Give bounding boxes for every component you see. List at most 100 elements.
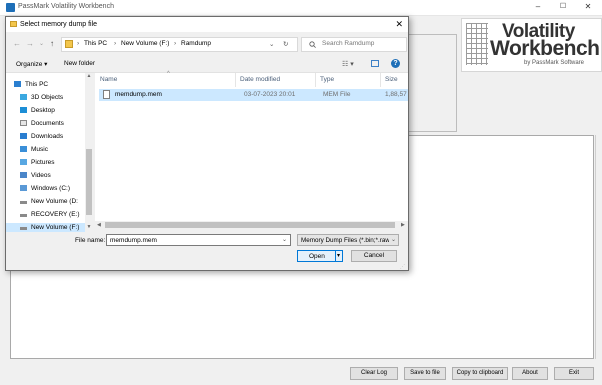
navigation-pane: This PC 3D Objects Desktop Documents Dow… <box>6 73 93 233</box>
tree-item-music[interactable]: Music <box>20 146 48 153</box>
copy-to-clipboard-button[interactable]: Copy to clipboard <box>452 367 508 380</box>
desktop-icon <box>20 107 27 113</box>
tree-item-pictures[interactable]: Pictures <box>20 159 54 166</box>
app-title: PassMark Volatility Workbench <box>18 3 114 10</box>
dialog-titlebar: Select memory dump file ✕ <box>6 17 408 32</box>
tree-item-videos[interactable]: Videos <box>20 172 51 179</box>
help-icon[interactable]: ? <box>391 59 400 68</box>
dialog-title: Select memory dump file <box>20 21 98 28</box>
breadcrumb-separator: › <box>114 40 117 47</box>
open-label: Open <box>309 253 325 260</box>
scroll-up-icon[interactable]: ▲ <box>85 73 93 79</box>
open-button[interactable]: Open ▾ <box>297 250 343 262</box>
file-type-value: Memory Dump Files (*.bin;*.raw <box>301 237 389 244</box>
app-titlebar: PassMark Volatility Workbench – ☐ ✕ <box>0 0 602 16</box>
videos-icon <box>20 172 27 178</box>
organize-button[interactable]: Organize ▾ <box>16 60 47 68</box>
refresh-icon[interactable]: ↻ <box>283 40 288 48</box>
select-file-dialog: Select memory dump file ✕ ← → ⌄ ↑ › This… <box>5 16 409 271</box>
nav-scrollbar[interactable]: ▲ ▼ <box>85 73 93 233</box>
nav-scroll-thumb[interactable] <box>86 149 92 215</box>
cancel-button[interactable]: Cancel <box>351 250 397 262</box>
tree-item-this-pc[interactable]: This PC <box>14 81 48 88</box>
save-to-file-button[interactable]: Save to file <box>404 367 446 380</box>
volatility-workbench-logo: Volatility Workbench by PassMark Softwar… <box>461 18 602 72</box>
tree-item-downloads[interactable]: Downloads <box>20 133 63 140</box>
exit-button[interactable]: Exit <box>554 367 594 380</box>
maximize-button[interactable]: ☐ <box>555 2 571 10</box>
chevron-down-icon[interactable]: ⌄ <box>391 236 396 243</box>
download-icon <box>20 133 27 139</box>
sort-ascending-icon: ^ <box>167 71 170 77</box>
file-date: 03-07-2023 20:01 <box>244 91 296 98</box>
address-bar[interactable]: › This PC › New Volume (F:) › Ramdump ⌄ … <box>61 37 298 52</box>
split-divider <box>335 250 336 262</box>
resize-grip-icon[interactable]: ⋰ <box>400 264 405 270</box>
file-type: MEM File <box>323 91 351 98</box>
dialog-close-button[interactable]: ✕ <box>395 19 403 30</box>
tree-item-windows-c[interactable]: Windows (C:) <box>20 185 70 192</box>
column-date-modified[interactable]: Date modified <box>240 76 280 83</box>
pictures-icon <box>20 159 27 165</box>
file-name-input[interactable]: memdump.mem ⌄ <box>106 234 291 246</box>
search-box[interactable]: Search Ramdump <box>301 37 407 52</box>
logo-line3: by PassMark Software <box>524 60 585 66</box>
tree-item-documents[interactable]: Documents <box>20 120 64 127</box>
column-name[interactable]: Name <box>100 76 117 83</box>
column-size[interactable]: Size <box>385 76 398 83</box>
drive-icon <box>20 185 27 191</box>
file-hscroll-thumb[interactable] <box>105 222 395 228</box>
recent-dropdown-icon[interactable]: ⌄ <box>39 40 44 47</box>
view-options-icon[interactable]: ☷ ▾ <box>342 60 354 68</box>
file-hscrollbar[interactable]: ◀ ▶ <box>95 221 408 229</box>
preview-pane-icon[interactable] <box>371 60 379 67</box>
tree-item-recovery-e[interactable]: RECOVERY (E:) <box>20 211 80 218</box>
clear-log-button[interactable]: Clear Log <box>350 367 398 380</box>
minimize-button[interactable]: – <box>530 2 546 11</box>
breadcrumb-separator: › <box>174 40 177 47</box>
file-size: 1,88,57,98 <box>385 91 407 98</box>
open-dropdown-icon[interactable]: ▾ <box>337 252 340 259</box>
breadcrumb-this-pc[interactable]: This PC <box>84 40 107 47</box>
file-row[interactable]: memdump.mem 03-07-2023 20:01 MEM File 1,… <box>99 89 408 101</box>
about-button[interactable]: About <box>512 367 548 380</box>
dialog-footer: File name: memdump.mem ⌄ Memory Dump Fil… <box>6 229 408 270</box>
column-divider[interactable] <box>235 73 236 87</box>
close-button[interactable]: ✕ <box>580 2 596 11</box>
logo-line2: Workbench <box>490 37 600 60</box>
log-divider <box>595 135 596 359</box>
drive-icon <box>20 201 27 204</box>
options-panel <box>404 34 457 132</box>
search-icon <box>309 41 316 48</box>
pc-icon <box>14 81 21 87</box>
up-arrow-icon[interactable]: ↑ <box>50 39 54 48</box>
breadcrumb-separator: › <box>77 40 80 47</box>
chevron-down-icon[interactable]: ⌄ <box>282 236 287 243</box>
back-arrow-icon[interactable]: ← <box>13 39 21 48</box>
breadcrumb-volume[interactable]: New Volume (F:) <box>121 40 169 47</box>
music-icon <box>20 146 27 152</box>
documents-icon <box>20 120 27 126</box>
dialog-toolbar: Organize ▾ New folder ☷ ▾ ? <box>6 56 408 73</box>
breadcrumb-ramdump[interactable]: Ramdump <box>181 40 211 47</box>
column-type[interactable]: Type <box>320 76 334 83</box>
scroll-right-icon[interactable]: ▶ <box>401 222 405 228</box>
scroll-left-icon[interactable]: ◀ <box>97 222 101 228</box>
address-dropdown-icon[interactable]: ⌄ <box>269 40 274 48</box>
new-folder-button[interactable]: New folder <box>64 60 95 67</box>
file-icon <box>103 90 110 99</box>
file-type-select[interactable]: Memory Dump Files (*.bin;*.raw ⌄ <box>297 234 399 246</box>
file-name-label: File name: <box>75 237 106 244</box>
column-divider[interactable] <box>315 73 316 87</box>
tree-item-volume-d[interactable]: New Volume (D: <box>20 198 78 205</box>
navigation-bar: ← → ⌄ ↑ › This PC › New Volume (F:) › Ra… <box>6 34 408 54</box>
cube-icon <box>20 94 27 100</box>
file-name-value: memdump.mem <box>110 237 157 244</box>
tree-item-desktop[interactable]: Desktop <box>20 107 55 114</box>
column-divider[interactable] <box>380 73 381 87</box>
app-icon <box>6 3 15 12</box>
drive-icon <box>20 214 27 217</box>
file-name: memdump.mem <box>115 91 162 98</box>
tree-item-3d-objects[interactable]: 3D Objects <box>20 94 63 101</box>
forward-arrow-icon[interactable]: → <box>26 39 34 48</box>
